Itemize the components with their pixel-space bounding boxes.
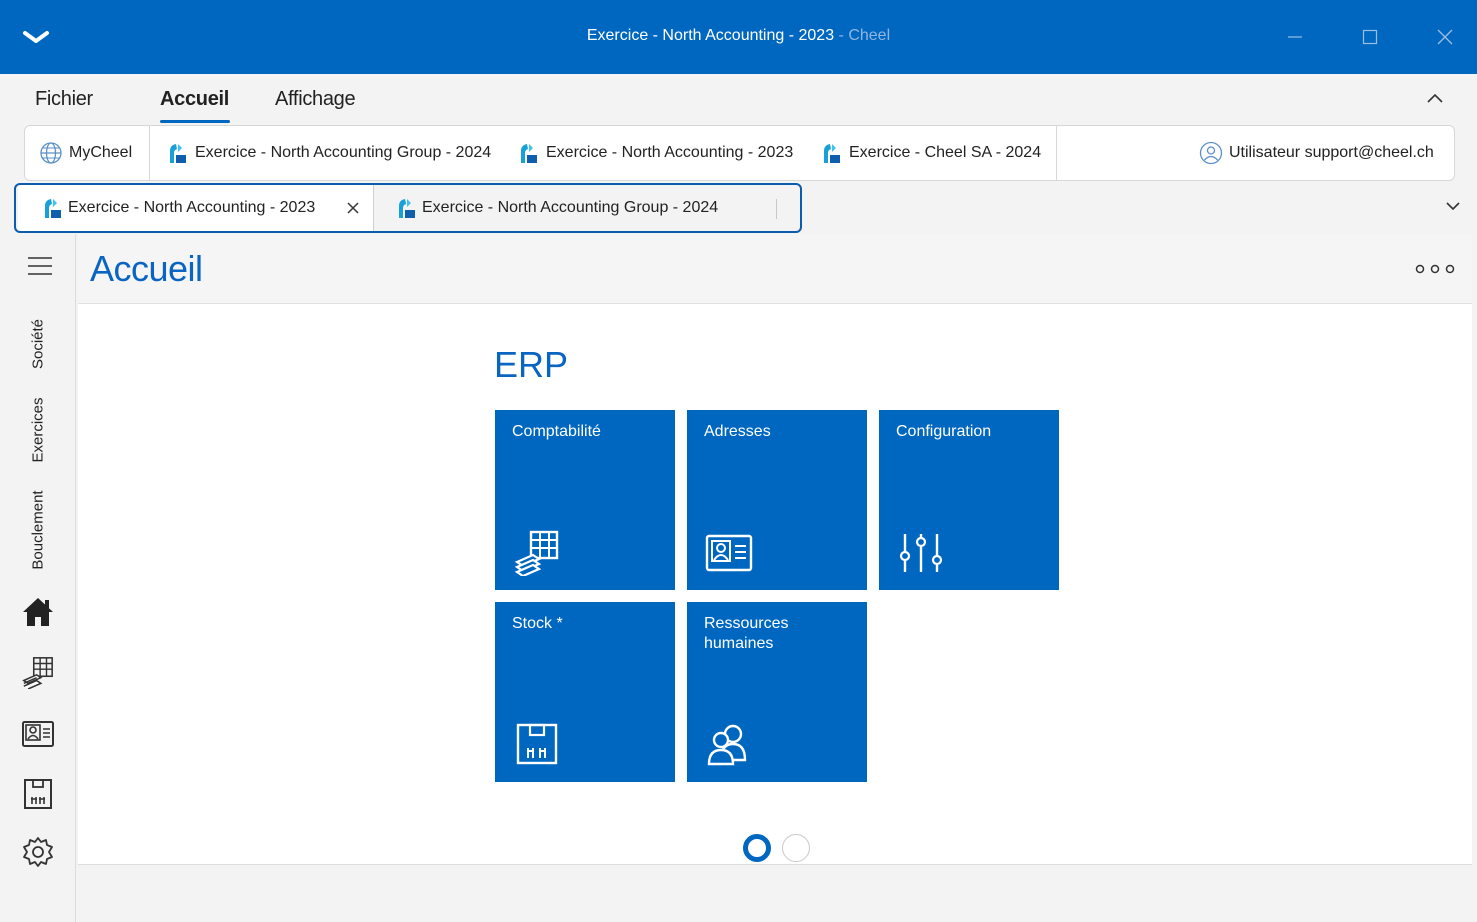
window-title: Exercice - North Accounting - 2023 - Che…: [0, 27, 1477, 45]
close-button[interactable]: [1430, 22, 1460, 52]
close-tab-icon[interactable]: [346, 201, 360, 215]
quick-item-label: Exercice - Cheel SA - 2024: [849, 144, 1042, 161]
tile-label: Stock *: [512, 615, 563, 632]
more-options-icon[interactable]: [1414, 262, 1456, 276]
ribbon-tab-fichier[interactable]: Fichier: [35, 88, 93, 111]
separator: [1056, 126, 1057, 180]
separator: [149, 126, 150, 180]
collapse-ribbon-chevron-up-icon[interactable]: [1424, 90, 1446, 106]
home-icon: [23, 598, 53, 626]
title-bar: Exercice - North Accounting - 2023 - Che…: [0, 0, 1477, 74]
user-label: Utilisateur support@cheel.ch: [1229, 144, 1434, 161]
accounting-icon: [514, 530, 559, 576]
exercice-icon: [45, 199, 61, 218]
doc-tab-active[interactable]: Exercice - North Accounting - 2023: [18, 185, 374, 231]
settings-icon: [23, 837, 53, 867]
nav-label-bouclement[interactable]: Bouclement: [30, 490, 47, 569]
quick-item-exercice-na-2023[interactable]: Exercice - North Accounting - 2023: [518, 126, 793, 180]
tabs-dropdown-chevron-down-icon[interactable]: [1444, 199, 1462, 213]
exercice-icon: [824, 144, 840, 163]
user-icon: [1199, 141, 1223, 165]
page-dot-2[interactable]: [782, 834, 810, 862]
quick-item-exercice-nag-2024[interactable]: Exercice - North Accounting Group - 2024: [167, 126, 491, 180]
stock-box-icon: [24, 779, 52, 809]
doc-tab-label: Exercice - North Accounting - 2023: [68, 199, 316, 216]
hamburger-menu-icon[interactable]: [27, 256, 53, 276]
quick-item-mycheel[interactable]: MyCheel: [39, 126, 132, 180]
user-account[interactable]: Utilisateur support@cheel.ch: [1199, 126, 1434, 180]
stock-box-icon: [516, 723, 558, 765]
exercice-icon: [399, 199, 415, 218]
tile-adresses[interactable]: Adresses: [687, 410, 867, 590]
minimize-button[interactable]: [1280, 22, 1310, 52]
address-card-icon: [22, 721, 54, 747]
close-icon: [1437, 29, 1453, 45]
nav-settings[interactable]: [20, 834, 56, 870]
quick-item-label: Exercice - North Accounting Group - 2024: [195, 144, 492, 161]
main-content: Accueil ERP Comptabilité Adresses Config…: [78, 234, 1472, 922]
tile-ressources-humaines[interactable]: Ressources humaines: [687, 602, 867, 782]
tile-label: Ressources humaines: [704, 615, 789, 652]
app-window: Exercice - North Accounting - 2023 - Che…: [0, 0, 1477, 922]
window-title-main: Exercice - North Accounting - 2023: [586, 27, 835, 44]
nav-label-exercices[interactable]: Exercices: [30, 397, 47, 462]
tile-stock[interactable]: Stock *: [495, 602, 675, 782]
section-title-erp: ERP: [494, 344, 569, 385]
maximize-icon: [1362, 29, 1378, 45]
page-dot-1[interactable]: [743, 834, 771, 862]
exercice-icon: [521, 144, 537, 163]
active-tab-indicator: [160, 120, 230, 123]
nav-home[interactable]: [20, 594, 56, 630]
doc-tab[interactable]: Exercice - North Accounting Group - 2024: [396, 185, 718, 231]
tile-comptabilite[interactable]: Comptabilité: [495, 410, 675, 590]
maximize-button[interactable]: [1355, 22, 1385, 52]
tile-label: Adresses: [704, 423, 771, 440]
quick-item-label: MyCheel: [69, 144, 133, 161]
globe-icon: [40, 142, 62, 164]
page-title: Accueil: [90, 248, 203, 289]
content-header: Accueil: [78, 234, 1472, 304]
accounting-icon: [22, 657, 53, 689]
window-title-separator: -: [834, 27, 849, 44]
people-icon: [707, 724, 747, 766]
sliders-icon: [899, 534, 943, 572]
minimize-icon: [1288, 36, 1302, 38]
quick-item-exercice-cheel-2024[interactable]: Exercice - Cheel SA - 2024: [821, 126, 1041, 180]
quick-access-bar: MyCheel Exercice - North Accounting Grou…: [24, 125, 1455, 181]
document-tabs: Exercice - North Accounting - 2023 Exerc…: [14, 183, 802, 233]
nav-stock[interactable]: [20, 776, 56, 812]
exercice-icon: [170, 144, 186, 163]
status-bar: [78, 864, 1472, 922]
doc-tab-label: Exercice - North Accounting Group - 2024: [422, 199, 719, 216]
quick-item-label: Exercice - North Accounting - 2023: [546, 144, 794, 161]
nav-addresses[interactable]: [20, 716, 56, 752]
ribbon-tabs: Fichier Accueil Affichage: [0, 74, 1477, 124]
address-card-icon: [705, 534, 753, 572]
ribbon-tab-accueil[interactable]: Accueil: [160, 88, 229, 111]
nav-accounting[interactable]: [20, 654, 56, 690]
separator: [776, 199, 777, 219]
window-title-app: Cheel: [848, 27, 891, 44]
left-navigation: Société Exercices Bouclement: [0, 234, 76, 922]
ribbon-tab-affichage[interactable]: Affichage: [275, 88, 356, 111]
tile-configuration[interactable]: Configuration: [879, 410, 1059, 590]
tile-label: Comptabilité: [512, 423, 601, 440]
nav-label-societe[interactable]: Société: [30, 319, 47, 369]
tile-label: Configuration: [896, 423, 992, 440]
